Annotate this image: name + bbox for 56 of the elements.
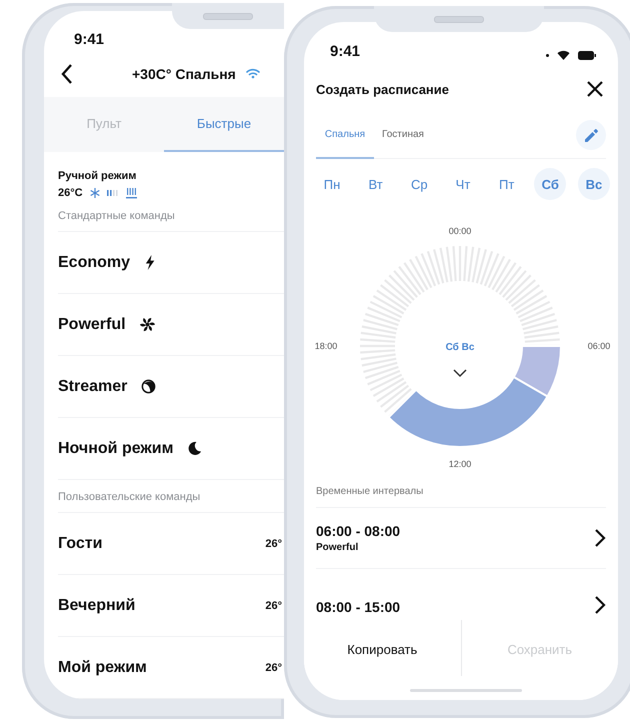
interval-time: 06:00 - 08:00 [316,523,400,539]
signal-dot-icon [546,54,549,56]
fan-icon [140,317,155,332]
room-tab[interactable]: Спальня [316,112,374,158]
day-toggle[interactable]: Вт [360,168,392,200]
time-label: 12:00 [448,459,472,469]
interval-time: 08:00 - 15:00 [316,599,400,615]
close-icon[interactable] [586,80,604,98]
day-toggle[interactable]: Ср [403,168,436,200]
back-icon[interactable] [60,62,74,85]
time-label: 00:00 [448,226,472,236]
moon-icon [187,441,202,456]
interval-row[interactable]: 06:00 - 08:00 Powerful [316,508,606,569]
day-toggle[interactable]: Пн [316,168,348,200]
day-toggle[interactable]: Вс [578,168,610,200]
command-temperature: 26° [265,538,282,550]
section-label: Временные интервалы [316,486,606,508]
room-tab[interactable]: Гостиная [374,112,432,158]
time-label: 06:00 [588,341,610,351]
selected-days-label: Сб Вс [446,342,474,353]
screen-title: Создать расписание [316,82,450,96]
chevron-right-icon [594,595,606,615]
swirl-circle-icon [141,379,156,394]
swing-bars-icon [126,188,137,199]
command-label[interactable]: Economy [58,254,130,272]
pencil-icon [584,128,598,142]
wifi-icon [246,68,260,80]
command-label[interactable]: Ночной режим [58,440,174,458]
command-label[interactable]: Мой режим [58,658,147,677]
battery-icon [578,50,596,60]
command-label[interactable]: Streamer [58,378,128,396]
speaker-slot [434,16,484,22]
manual-mode-title: Ручной режим [58,170,138,182]
device-title: +30C° Спальня [132,66,236,82]
action-button[interactable]: Копировать [304,620,460,678]
command-temperature: 26° [265,662,282,674]
chevron-right-icon [594,528,606,548]
command-temperature: 26° [265,600,282,612]
command-label[interactable]: Вечерний [58,596,136,615]
temperature-text: 26°C [58,187,83,200]
time-label: 18:00 [314,341,338,351]
fan-speed-icon [106,190,119,196]
day-toggle[interactable]: Сб [534,168,566,200]
status-time: 9:41 [330,43,360,60]
speaker-slot [203,12,253,20]
chevron-down-icon[interactable] [453,369,467,378]
edit-button[interactable] [576,120,606,150]
day-toggle[interactable]: Чт [446,168,479,200]
command-label[interactable]: Powerful [58,316,126,334]
day-toggle[interactable]: Пт [490,168,523,200]
wifi-icon [557,50,570,60]
snowflake-icon [90,188,100,198]
status-time: 9:41 [74,31,104,48]
command-label[interactable]: Гости [58,534,102,553]
interval-row[interactable]: 08:00 - 15:00 [316,569,606,615]
interval-mode: Powerful [316,542,360,553]
